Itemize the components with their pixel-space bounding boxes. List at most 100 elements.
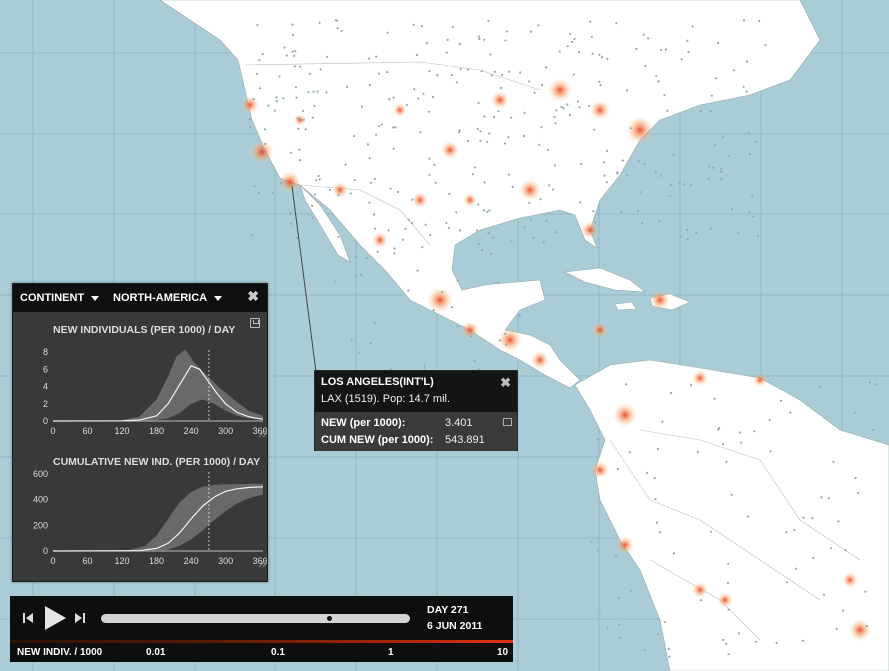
- play-icon[interactable]: [45, 606, 66, 630]
- airport-dot: [727, 653, 730, 656]
- airport-dot: [312, 90, 315, 93]
- airport-dot: [709, 530, 713, 533]
- airport-dot: [737, 232, 740, 235]
- airport-dot: [479, 139, 482, 142]
- new-value: 3.401: [445, 417, 473, 429]
- step-forward-icon[interactable]: [74, 613, 86, 623]
- airport-dot: [487, 231, 490, 234]
- airport-dot: [299, 65, 302, 68]
- airport-dot: [670, 183, 673, 187]
- timeline-slider[interactable]: [101, 614, 410, 623]
- airport-dot: [295, 236, 298, 239]
- x-tick-label: 0: [50, 556, 55, 566]
- airport-dot: [589, 20, 592, 23]
- airport-dot: [258, 59, 261, 62]
- current-date: 6 JUN 2011: [427, 620, 483, 632]
- airport-dot: [353, 179, 356, 182]
- hotspot: [463, 193, 477, 207]
- airport-dot: [764, 44, 767, 47]
- airport-dot: [483, 181, 486, 184]
- airport-dot: [295, 96, 298, 99]
- airport-dot: [606, 57, 609, 61]
- airport-dot: [758, 20, 761, 23]
- airport-dot: [835, 627, 838, 631]
- close-icon[interactable]: ✖: [247, 288, 259, 305]
- airport-dot: [639, 191, 642, 194]
- airport-dot: [722, 135, 725, 138]
- x-tick-label: 0: [50, 426, 55, 436]
- airport-dot: [275, 96, 278, 99]
- hotspot: [613, 403, 637, 427]
- region-dropdown[interactable]: NORTH-AMERICA: [113, 292, 223, 304]
- save-icon[interactable]: [250, 318, 260, 328]
- airport-dot: [603, 161, 606, 164]
- airport-dot: [511, 185, 514, 188]
- airport-dot: [313, 104, 316, 107]
- step-back-icon[interactable]: [23, 613, 35, 623]
- pin-icon[interactable]: [503, 418, 512, 426]
- airport-dot: [748, 211, 751, 214]
- airport-dot: [375, 55, 378, 58]
- airport-dot: [479, 130, 482, 133]
- airport-dot: [480, 70, 483, 73]
- current-day: DAY 271: [427, 604, 469, 616]
- scope-dropdown[interactable]: CONTINENT: [20, 292, 100, 304]
- airport-dot: [590, 540, 593, 543]
- airport-dot: [523, 134, 526, 138]
- airport-dot: [540, 83, 544, 87]
- airport-dot: [794, 567, 798, 570]
- airport-dot: [523, 111, 526, 114]
- airport-dot: [553, 115, 556, 119]
- x-tick-label: 180: [149, 556, 164, 566]
- airport-dot: [580, 163, 583, 166]
- airport-dot: [864, 590, 867, 593]
- airport-dot: [635, 47, 638, 51]
- uncertainty-band: [53, 349, 263, 421]
- airport-dot: [616, 467, 619, 471]
- timeline-slider-thumb[interactable]: [327, 616, 333, 621]
- x-tick-label: 60: [83, 556, 93, 566]
- legend-tick: 10: [497, 647, 509, 658]
- hotspot: [626, 116, 654, 144]
- airport-dot: [529, 30, 533, 33]
- timeline-player: DAY 271 6 JUN 2011 NEW INDIV. / 1000 0.0…: [10, 596, 513, 662]
- airport-dot: [407, 289, 410, 292]
- airport-dot: [373, 321, 376, 325]
- airport-dot: [445, 51, 448, 54]
- close-icon[interactable]: ✖: [500, 375, 511, 391]
- airport-dot: [500, 86, 503, 90]
- airport-dot: [742, 85, 745, 88]
- airport-dot: [614, 554, 618, 558]
- airport-dot: [678, 182, 681, 185]
- airport-dot: [490, 252, 493, 256]
- airport-dot: [497, 110, 500, 113]
- airport-dot: [656, 447, 660, 451]
- airport-dot: [337, 194, 340, 197]
- airport-dot: [455, 211, 458, 214]
- airport-dot: [282, 97, 285, 100]
- airport-dot: [483, 38, 486, 41]
- airport-dot: [396, 190, 399, 193]
- airport-dot: [710, 94, 714, 97]
- airport-dot: [374, 227, 377, 230]
- legend-tick: 0.1: [271, 647, 285, 658]
- airport-dot: [510, 239, 513, 242]
- airport-dot: [742, 19, 746, 22]
- new-individuals-chart: 0 60 120 180 240 300 36002468: [43, 347, 267, 438]
- legend-tick: 1: [388, 647, 394, 658]
- airport-dot: [280, 182, 283, 185]
- airport-dot: [458, 129, 461, 132]
- hotspot: [590, 100, 610, 120]
- airport-dot: [477, 35, 480, 38]
- airport-dot: [654, 498, 657, 501]
- hotspot: [372, 232, 388, 248]
- airport-dot: [294, 86, 297, 89]
- airport-dot: [428, 157, 431, 160]
- airport-dot: [599, 84, 602, 87]
- hotspot: [461, 321, 479, 339]
- airport-dot: [732, 69, 736, 72]
- airport-dot: [528, 80, 531, 83]
- airport-dot: [445, 221, 448, 224]
- airport-dot: [679, 235, 683, 238]
- airport-dot: [875, 383, 878, 386]
